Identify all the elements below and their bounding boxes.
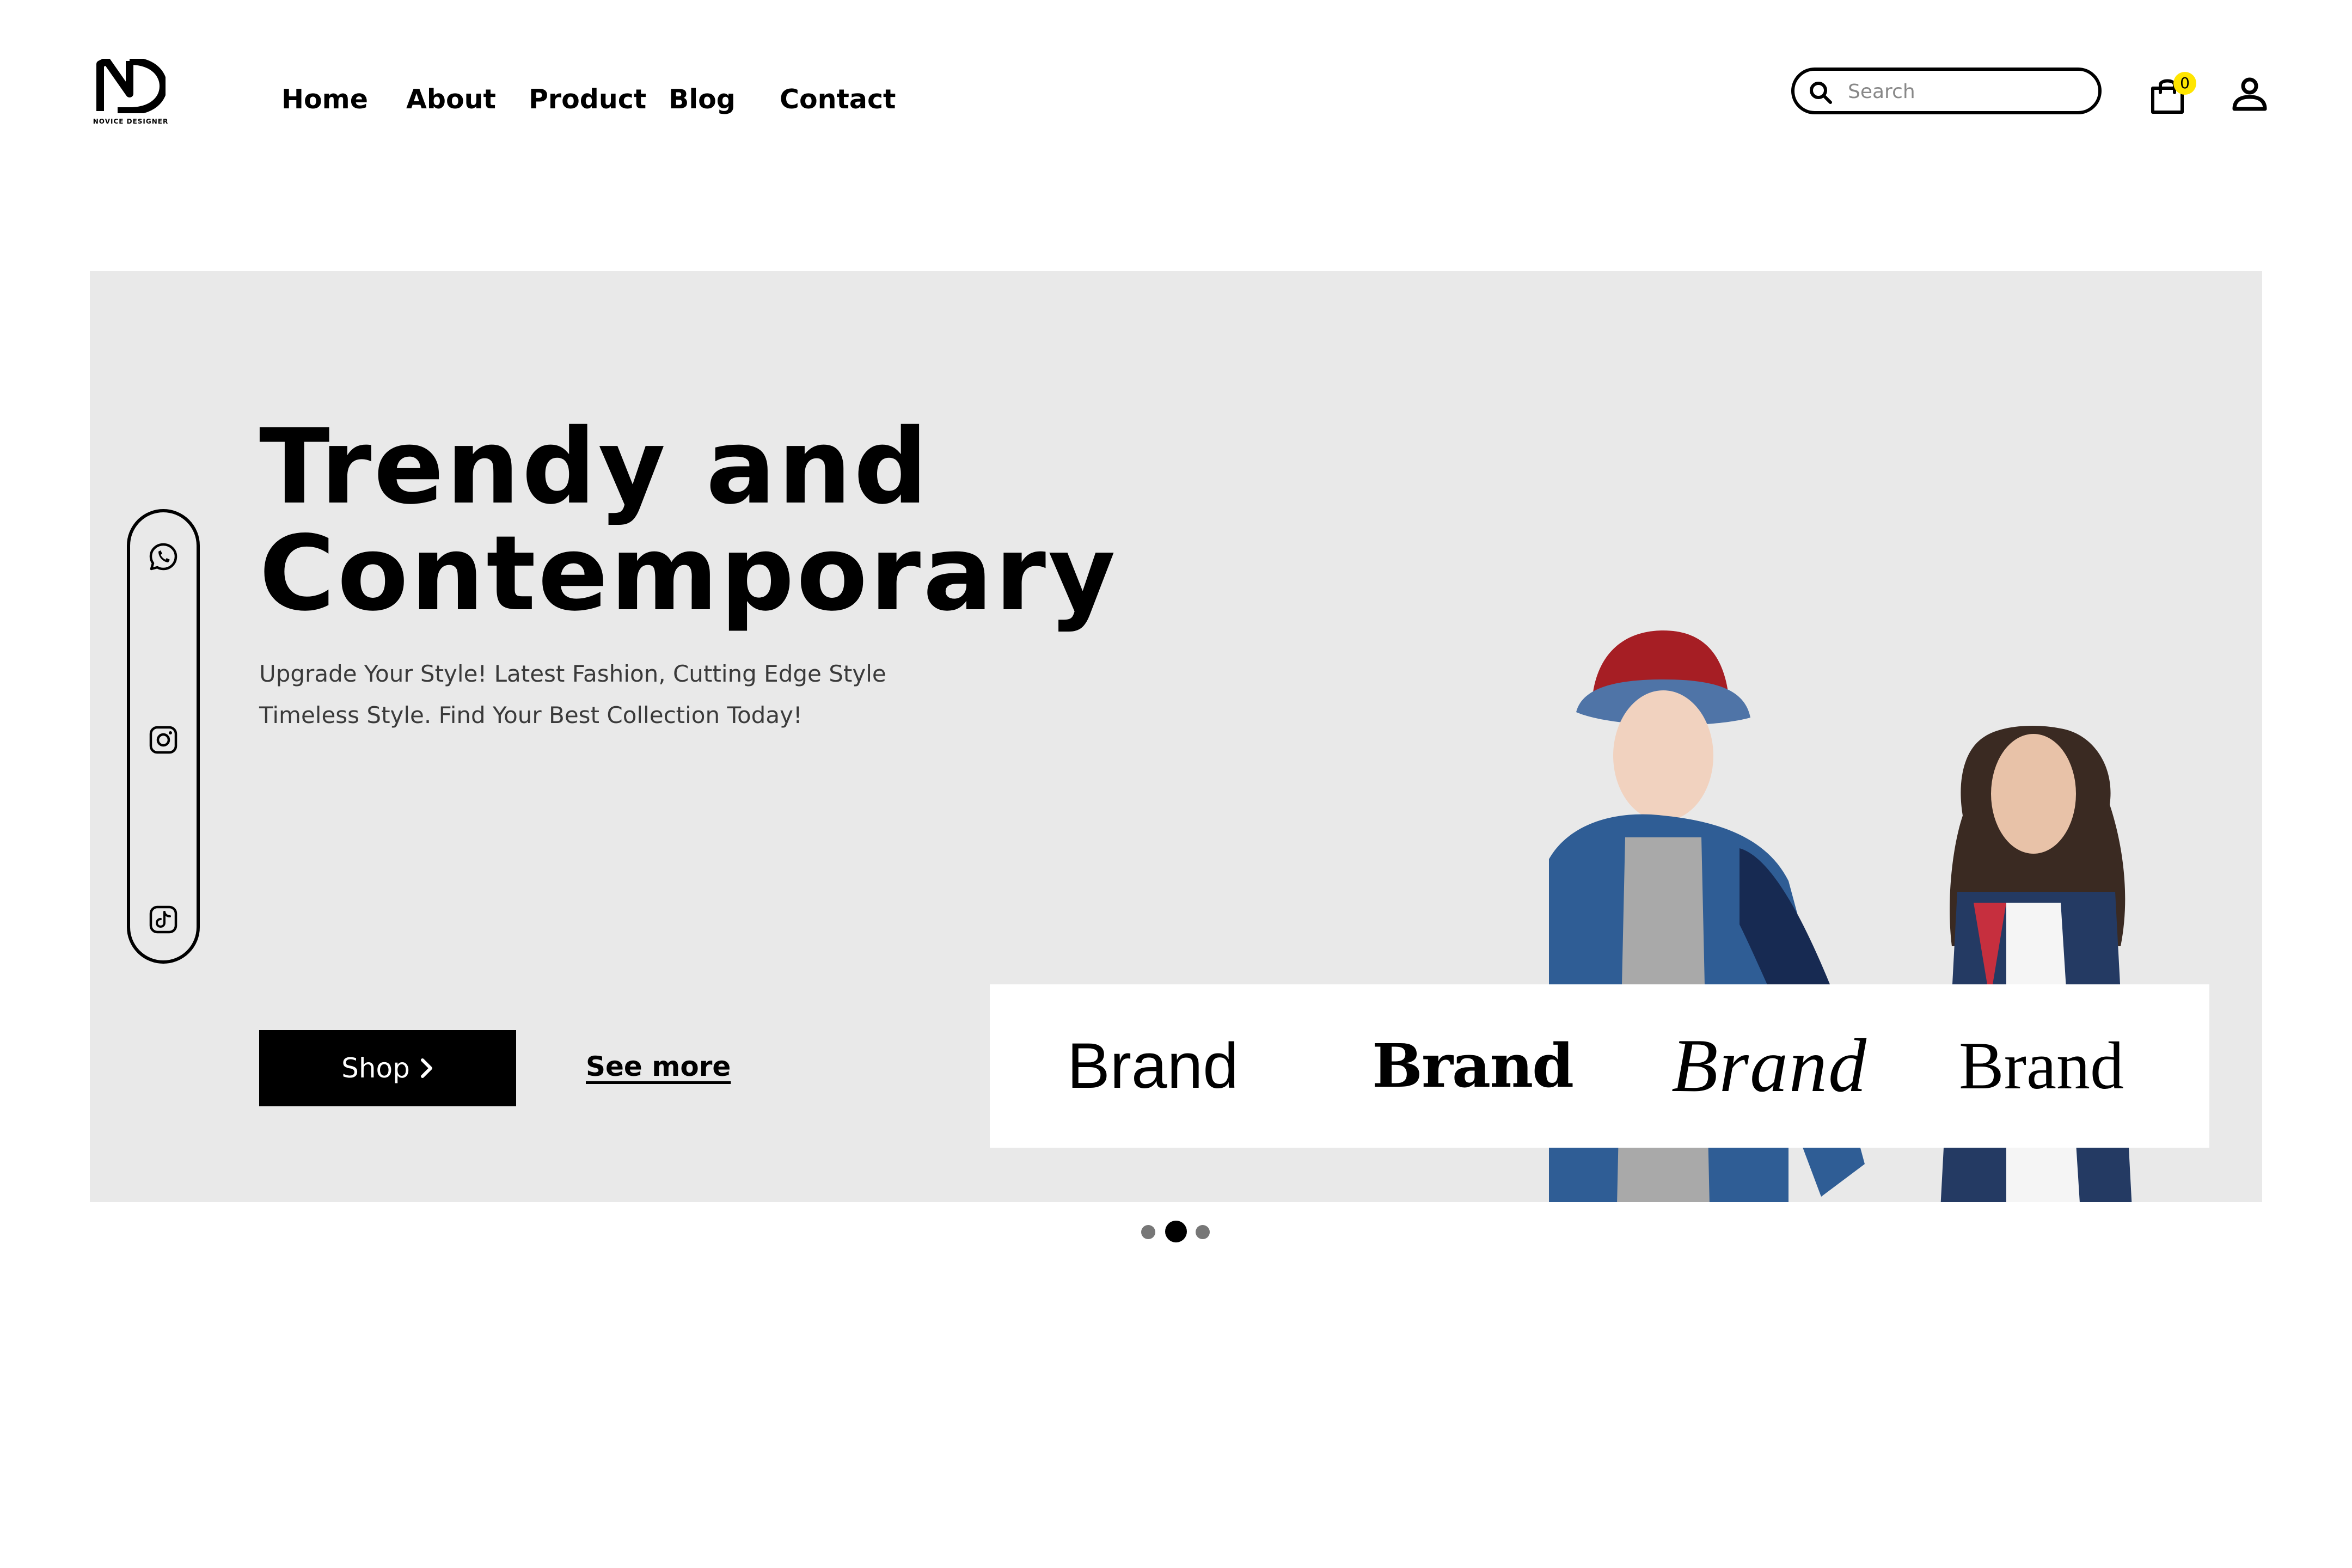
- search-icon[interactable]: [1809, 81, 1833, 105]
- hero-subtitle: Upgrade Your Style! Latest Fashion, Cutt…: [259, 653, 967, 736]
- carousel-dot-2-active[interactable]: [1165, 1221, 1187, 1242]
- carousel-dot-1[interactable]: [1141, 1225, 1155, 1239]
- nav-blog[interactable]: Blog: [669, 81, 736, 119]
- shop-button[interactable]: Shop: [259, 1030, 516, 1106]
- brand-strip: Brand Brand Brand Brand: [990, 984, 2209, 1148]
- cart-count-badge: 0: [2173, 72, 2196, 95]
- nav-contact[interactable]: Contact: [780, 81, 896, 119]
- instagram-icon[interactable]: [148, 725, 179, 755]
- hero-banner: Trendy and Contemporary Upgrade Your Sty…: [90, 271, 2262, 1202]
- tiktok-icon[interactable]: [148, 904, 179, 935]
- brand-logo-4[interactable]: Brand: [1959, 1022, 2124, 1110]
- brand-logo-1[interactable]: Brand: [1067, 1022, 1239, 1110]
- brand-logo-3[interactable]: Brand: [1671, 1022, 1867, 1110]
- hero-subtitle-line-2: Timeless Style. Find Your Best Collectio…: [259, 702, 803, 728]
- social-links-bar: [127, 509, 200, 964]
- carousel-dot-3[interactable]: [1196, 1225, 1210, 1239]
- search-box[interactable]: [1791, 68, 2102, 114]
- logo-text: NOVICE DESIGNER: [93, 118, 169, 125]
- hero-title: Trendy and Contemporary: [259, 414, 1185, 627]
- logo-mark-icon: [96, 59, 166, 113]
- search-input[interactable]: [1847, 77, 2088, 106]
- nav-product[interactable]: Product: [529, 81, 646, 119]
- hero-title-line-1: Trendy and: [259, 407, 930, 527]
- hero-title-line-2: Contemporary: [259, 513, 1118, 634]
- shop-button-label: Shop: [341, 1052, 410, 1084]
- brand-logo-2[interactable]: Brand: [1372, 1022, 1574, 1110]
- carousel-dots: [1138, 1218, 1214, 1242]
- hero-subtitle-line-1: Upgrade Your Style! Latest Fashion, Cutt…: [259, 660, 886, 687]
- cart-button[interactable]: 0: [2149, 72, 2202, 115]
- logo[interactable]: NOVICE DESIGNER: [87, 59, 174, 130]
- nav-about[interactable]: About: [406, 81, 496, 119]
- whatsapp-icon[interactable]: [148, 542, 179, 572]
- see-more-link[interactable]: See more: [586, 1051, 731, 1082]
- chevron-right-icon: [420, 1058, 432, 1078]
- nav-home[interactable]: Home: [281, 81, 368, 119]
- user-icon[interactable]: [2231, 76, 2268, 113]
